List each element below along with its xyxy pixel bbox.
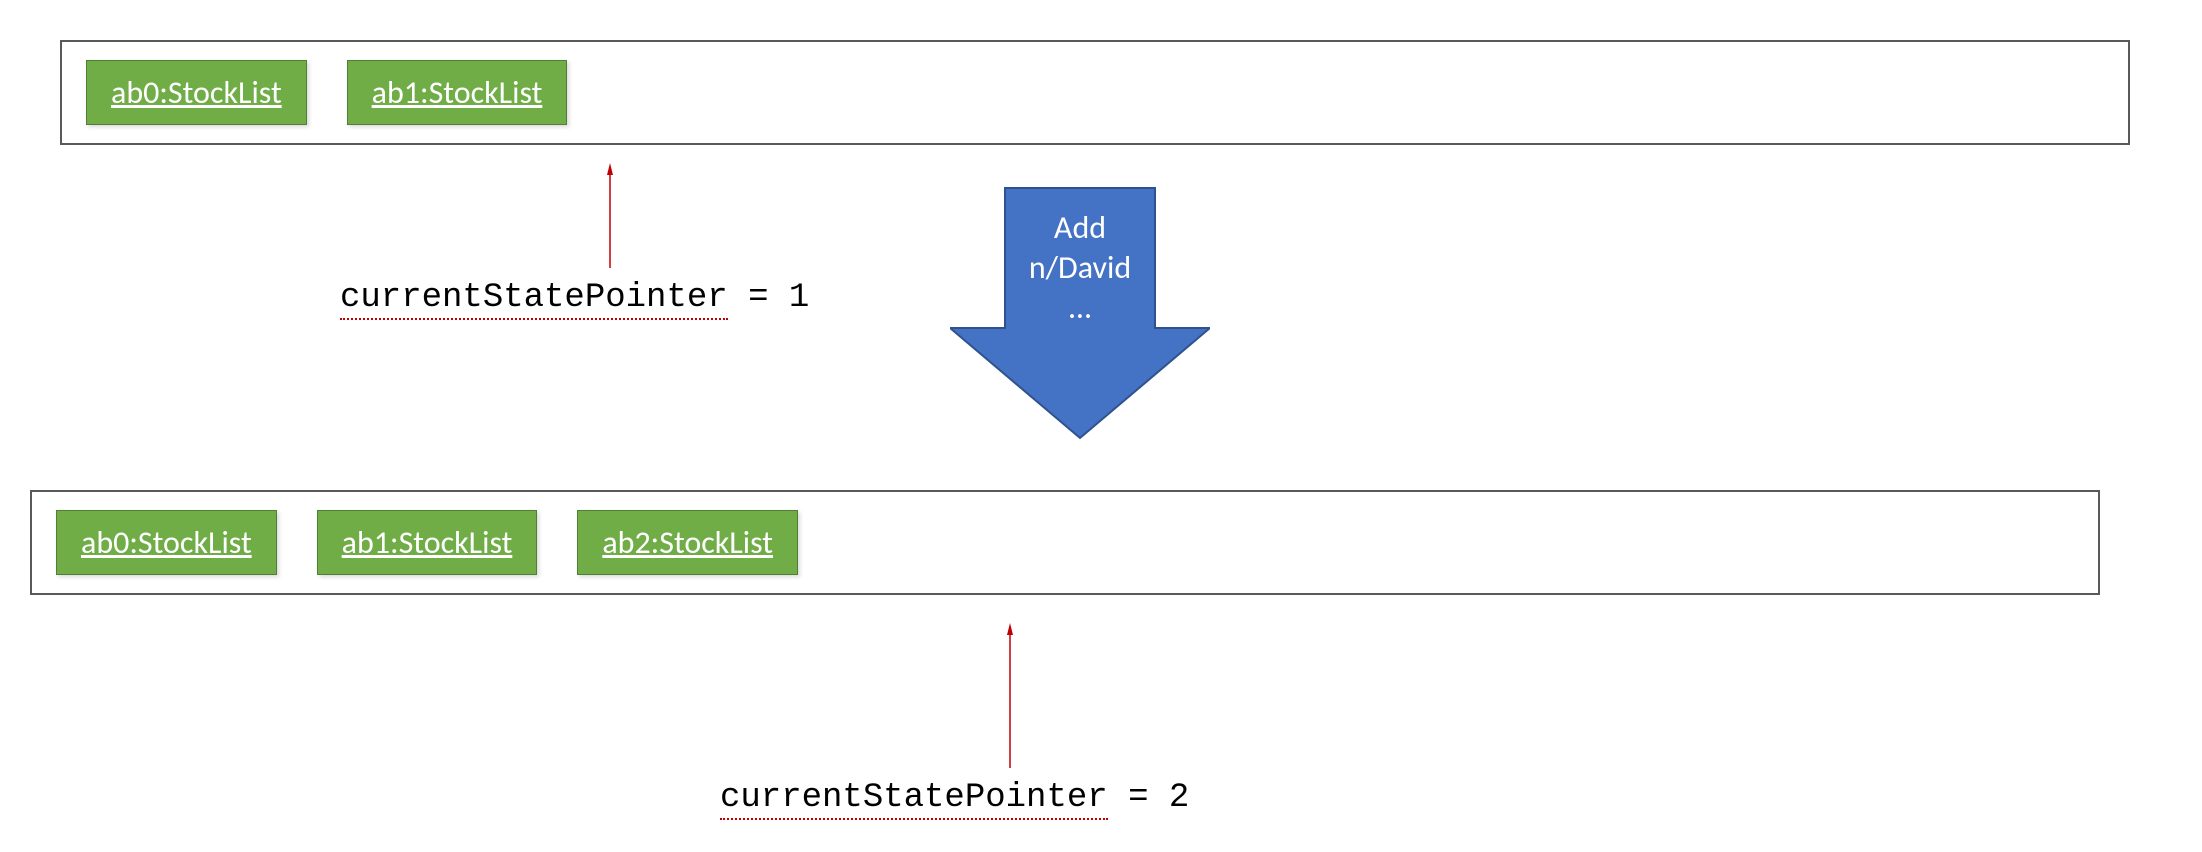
pointer-2-label: currentStatePointer = 2 (720, 779, 1189, 817)
command-line-3: … (950, 288, 1210, 328)
pointer-2-val: 2 (1169, 779, 1189, 817)
command-line-2: n/David (950, 248, 1210, 288)
pointer-1-arrow (600, 163, 809, 273)
pointer-1-eq: = (728, 279, 789, 317)
state-box-ab2-2: ab2:StockList (577, 510, 798, 575)
pointer-2-block: currentStatePointer = 2 (720, 623, 1189, 817)
pointer-2-eq: = (1108, 779, 1169, 817)
state-box-ab1: ab1:StockList (347, 60, 568, 125)
state-2-container: ab0:StockList ab1:StockList ab2:StockLis… (30, 490, 2100, 595)
pointer-2-arrow (1000, 623, 1189, 773)
state-box-ab0-2: ab0:StockList (56, 510, 277, 575)
state-box-ab1-2: ab1:StockList (317, 510, 538, 575)
arrow-up-icon (1000, 623, 1020, 773)
state-1-container: ab0:StockList ab1:StockList (60, 40, 2130, 145)
pointer-1-val: 1 (789, 279, 809, 317)
state-box-ab0: ab0:StockList (86, 60, 307, 125)
pointer-1-block: currentStatePointer = 1 (340, 163, 809, 317)
command-arrow: Add n/David … (950, 178, 1210, 453)
pointer-1-var: currentStatePointer (340, 279, 728, 320)
command-line-1: Add (950, 208, 1210, 248)
pointer-1-label: currentStatePointer = 1 (340, 279, 809, 317)
pointer-2-var: currentStatePointer (720, 779, 1108, 820)
arrow-up-icon (600, 163, 620, 273)
command-arrow-text: Add n/David … (950, 208, 1210, 328)
